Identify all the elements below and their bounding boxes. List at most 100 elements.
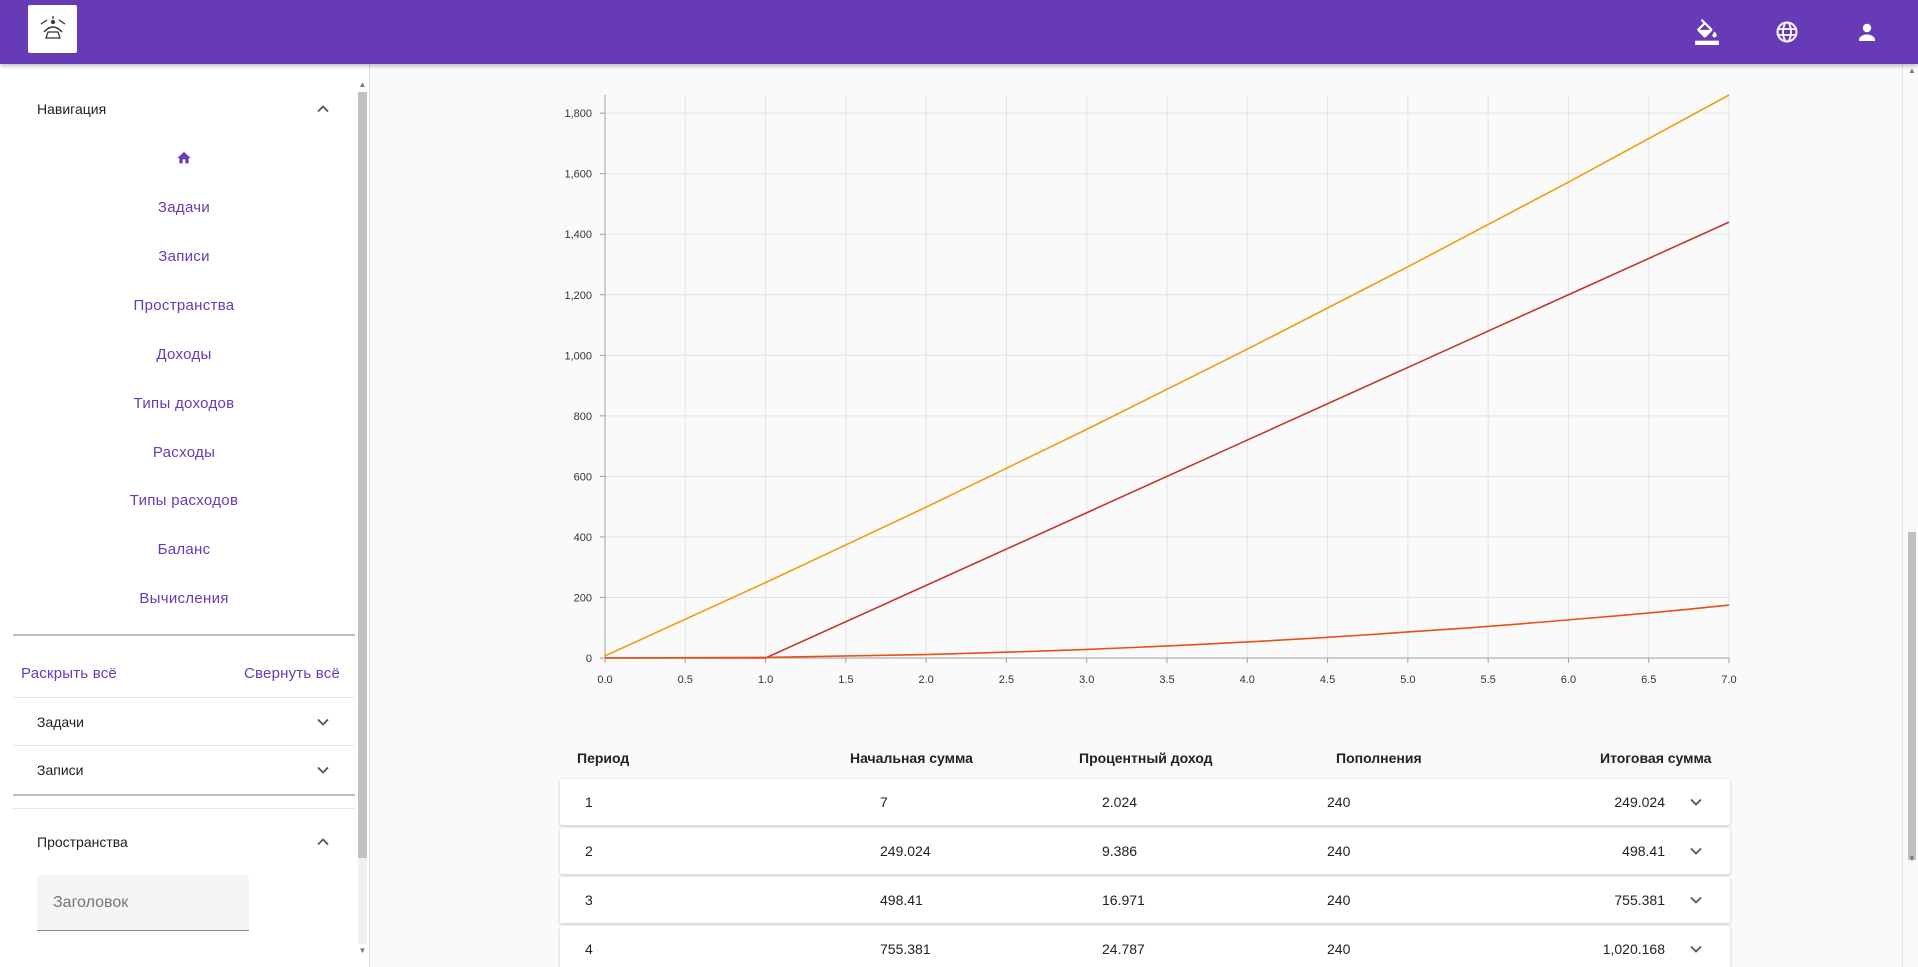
x-tick-label: 4.5 (1320, 674, 1335, 686)
cell-interest-income: 2.024 (1102, 794, 1138, 810)
y-tick-label: 600 (574, 471, 592, 483)
cell-initial-amount: 7 (880, 794, 888, 810)
x-tick-label: 2.5 (999, 674, 1014, 686)
series-line-interest (604, 604, 1730, 659)
records-panel-header[interactable]: Записи (13, 746, 355, 794)
scroll-up-arrow-icon[interactable]: ▲ (358, 80, 367, 90)
x-tick-label: 5.5 (1480, 674, 1495, 686)
cell-deposits: 240 (1327, 892, 1351, 908)
paint-bucket-icon[interactable] (1691, 16, 1723, 48)
top-app-bar (0, 0, 1918, 64)
column-header-initial-amount: Начальная сумма (850, 750, 973, 766)
cell-period: 4 (585, 941, 593, 957)
column-header-period: Период (577, 750, 630, 766)
scroll-down-arrow-icon[interactable]: ▼ (1907, 854, 1917, 863)
chart-series (604, 94, 1730, 659)
navigation-panel-title: Навигация (37, 101, 107, 117)
y-tick-label: 0 (586, 653, 592, 665)
chevron-down-icon[interactable] (1688, 794, 1704, 810)
account-icon[interactable] (1851, 16, 1883, 48)
collapse-all-button[interactable]: Свернуть всё (244, 665, 340, 682)
nav-item-incomes[interactable]: Доходы (13, 346, 355, 363)
series-line-total (604, 94, 1730, 657)
cell-initial-amount: 249.024 (880, 843, 931, 859)
cell-final-amount: 498.41 (1622, 843, 1665, 859)
x-tick-label: 6.5 (1641, 674, 1656, 686)
cell-period: 2 (585, 843, 593, 859)
y-tick-label: 1,200 (564, 290, 592, 302)
series-line-deposits (605, 221, 1730, 659)
chevron-up-icon (317, 838, 329, 846)
spaces-panel-title: Пространства (37, 834, 128, 850)
y-tick-label: 1,400 (564, 229, 592, 241)
x-tick-label: 1.5 (838, 674, 853, 686)
navigation-panel-header[interactable]: Навигация (13, 85, 355, 133)
page-scrollbar[interactable]: ▲ ▼ (1902, 64, 1918, 967)
cell-final-amount: 755.381 (1614, 892, 1665, 908)
x-tick-label: 4.0 (1240, 674, 1255, 686)
cell-period: 3 (585, 892, 593, 908)
table-row[interactable]: 3 498.41 16.971 240 755.381 (560, 877, 1730, 923)
chart-axes: 0.0 0.5 1.0 1.5 2.0 2.5 3.0 3.5 4.0 4.5 5.0 5.5 6.0 6… (564, 95, 1737, 686)
table-row[interactable]: 4 755.381 24.787 240 1,020.168 (560, 926, 1730, 967)
tasks-panel-title: Задачи (37, 714, 85, 730)
divider (13, 808, 355, 809)
x-tick-label: 0.5 (678, 674, 693, 686)
scroll-up-arrow-icon[interactable]: ▲ (1907, 66, 1917, 75)
scroll-down-arrow-icon[interactable]: ▼ (358, 946, 367, 956)
table-row[interactable]: 2 249.024 9.386 240 498.41 (560, 828, 1730, 874)
cell-final-amount: 1,020.168 (1602, 941, 1665, 957)
x-tick-label: 1.0 (758, 674, 773, 686)
spaces-panel-header[interactable]: Пространства (13, 818, 355, 866)
cell-initial-amount: 498.41 (880, 892, 923, 908)
logo-icon (40, 16, 65, 39)
chevron-down-icon[interactable] (1688, 892, 1704, 908)
y-tick-label: 1,800 (564, 108, 592, 120)
divider (13, 634, 355, 636)
x-tick-label: 3.5 (1159, 674, 1174, 686)
column-header-interest-income: Процентный доход (1079, 750, 1213, 766)
expand-all-button[interactable]: Раскрыть всё (21, 665, 117, 682)
nav-item-spaces[interactable]: Пространства (13, 297, 355, 314)
space-title-input[interactable] (37, 875, 249, 930)
x-tick-label: 0.0 (597, 674, 612, 686)
space-title-field[interactable] (37, 875, 249, 931)
nav-item-balance[interactable]: Баланс (13, 541, 355, 558)
nav-item-records[interactable]: Записи (13, 248, 355, 265)
x-tick-label: 2.0 (918, 674, 933, 686)
cell-deposits: 240 (1327, 941, 1351, 957)
x-tick-label: 3.0 (1079, 674, 1094, 686)
cell-final-amount: 249.024 (1614, 794, 1665, 810)
chevron-down-icon[interactable] (1688, 941, 1704, 957)
y-tick-label: 1,600 (564, 169, 592, 181)
chart-grid (604, 95, 1730, 659)
records-panel-title: Записи (37, 762, 84, 778)
cell-initial-amount: 755.381 (880, 941, 931, 957)
cell-period: 1 (585, 794, 593, 810)
globe-icon[interactable] (1771, 16, 1803, 48)
chevron-down-icon[interactable] (1688, 843, 1704, 859)
nav-item-expenses[interactable]: Расходы (13, 444, 355, 461)
app-logo[interactable] (28, 5, 77, 53)
scrollbar-thumb[interactable] (1908, 532, 1916, 860)
cell-deposits: 240 (1327, 843, 1351, 859)
cell-deposits: 240 (1327, 794, 1351, 810)
chevron-up-icon (317, 105, 329, 113)
divider (13, 794, 355, 796)
table-row[interactable]: 1 7 2.024 240 249.024 (560, 779, 1730, 825)
nav-item-expense-types[interactable]: Типы расходов (13, 492, 355, 509)
nav-home[interactable] (13, 150, 355, 170)
tasks-panel-header[interactable]: Задачи (13, 698, 355, 746)
sidebar-scrollbar[interactable]: ▲ ▼ (355, 80, 369, 956)
table-header: Период Начальная сумма Процентный доход … (560, 750, 1730, 774)
scrollbar-thumb[interactable] (358, 92, 367, 858)
y-tick-label: 1,000 (564, 350, 592, 362)
chevron-down-icon (317, 766, 329, 774)
nav-item-income-types[interactable]: Типы доходов (13, 395, 355, 412)
cell-interest-income: 9.386 (1102, 843, 1138, 859)
y-tick-label: 400 (574, 532, 592, 544)
cell-interest-income: 24.787 (1102, 941, 1145, 957)
home-icon (177, 152, 191, 164)
nav-item-calculations[interactable]: Вычисления (13, 590, 355, 607)
nav-item-tasks[interactable]: Задачи (13, 199, 355, 216)
